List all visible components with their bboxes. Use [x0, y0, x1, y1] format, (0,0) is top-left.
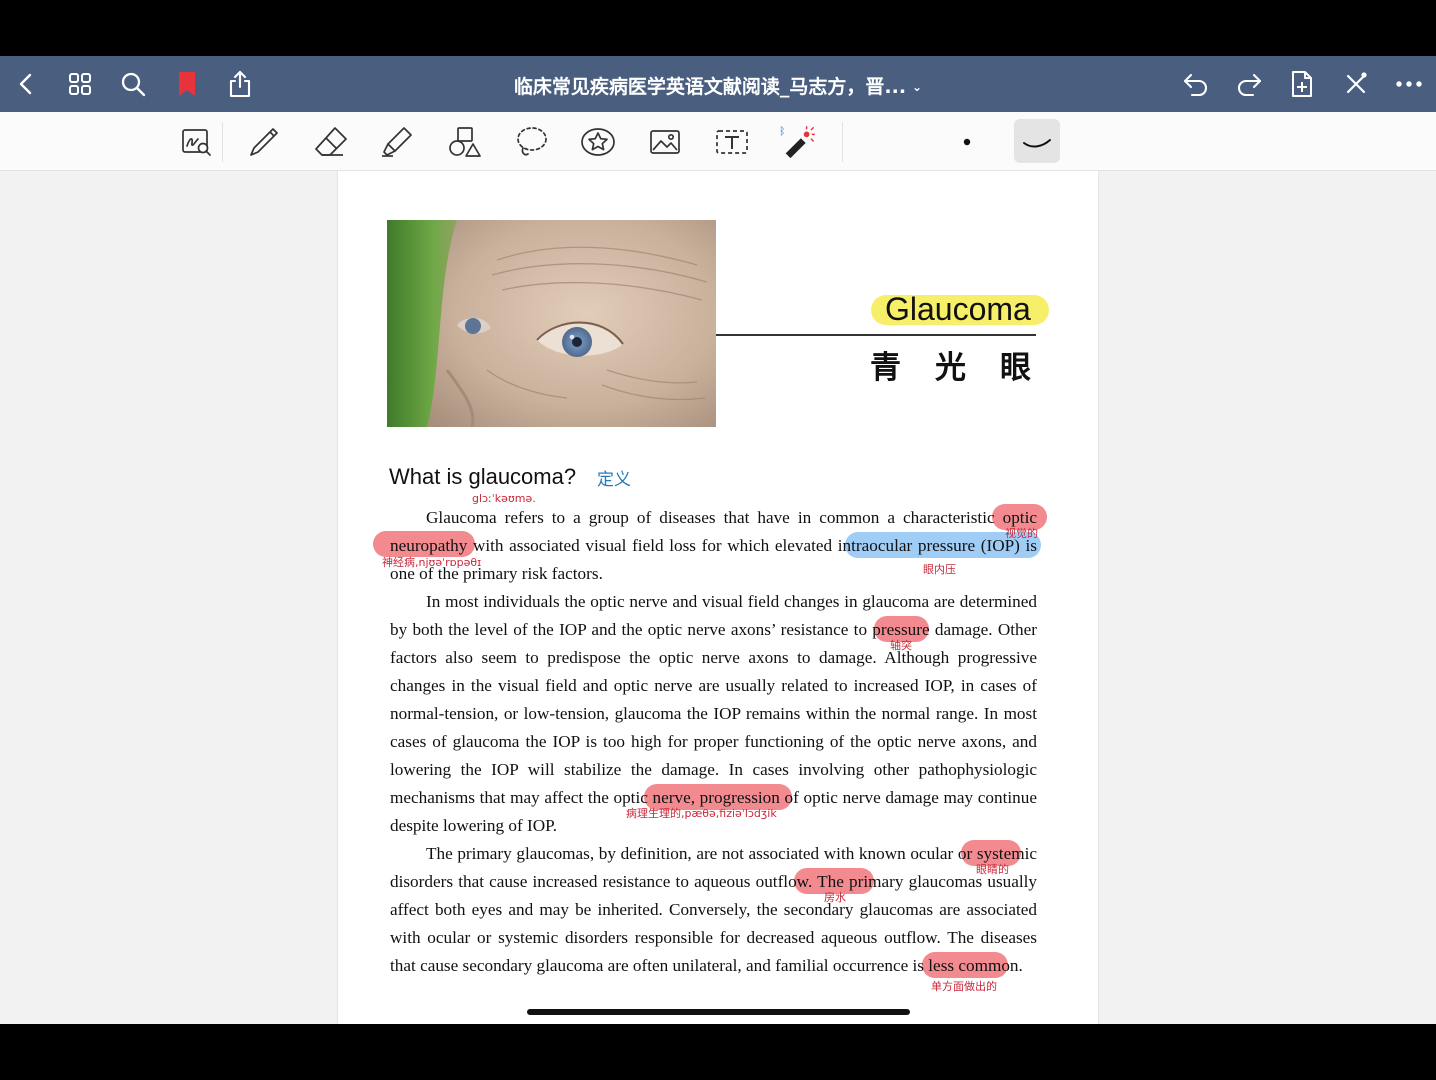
- ocular-note[interactable]: 眼睛的: [976, 861, 1009, 877]
- more-icon[interactable]: [1393, 68, 1425, 100]
- sticker-icon[interactable]: [579, 123, 617, 161]
- aqueous-note[interactable]: 房水: [824, 889, 846, 905]
- document-page[interactable]: Glaucoma 青光眼 What is glaucoma? 定义 glɔːˈk…: [338, 171, 1098, 1024]
- close-x-icon[interactable]: [1340, 68, 1372, 100]
- iop-note[interactable]: 眼内压: [923, 561, 956, 577]
- title-divider: [716, 334, 1036, 336]
- lasso-icon[interactable]: [512, 123, 550, 161]
- drawing-toolbar: ᛒ: [0, 112, 1436, 171]
- pathophysiologic-note[interactable]: 病理生理的,pæθə,fiziəˈlɔdʒik: [626, 805, 777, 821]
- add-page-icon[interactable]: [1286, 68, 1318, 100]
- undo-icon[interactable]: [1180, 68, 1212, 100]
- axons-note[interactable]: 轴突: [890, 637, 912, 653]
- image-icon[interactable]: [646, 123, 684, 161]
- eye-photo: [387, 220, 716, 427]
- home-indicator[interactable]: [527, 1009, 910, 1015]
- paragraph: The primary glaucomas, by definition, ar…: [390, 844, 1037, 975]
- toolbar-divider: [222, 122, 223, 162]
- document-title-dropdown[interactable]: 临床常见疾病医学英语文献阅读_马志方，晋... ⌄: [0, 72, 1436, 99]
- optic-note[interactable]: 视觉的: [1005, 525, 1038, 541]
- eraser-icon[interactable]: [312, 123, 350, 161]
- toolbar-divider: [842, 122, 843, 162]
- top-navigation-bar: 临床常见疾病医学英语文献阅读_马志方，晋... ⌄: [0, 56, 1436, 112]
- chapter-subtitle: 青光眼: [870, 350, 1065, 386]
- svg-text:ᛒ: ᛒ: [780, 125, 785, 137]
- section-heading: What is glaucoma?: [389, 464, 577, 489]
- redo-icon[interactable]: [1233, 68, 1265, 100]
- definition-note[interactable]: 定义: [597, 465, 631, 490]
- document-canvas[interactable]: Glaucoma 青光眼 What is glaucoma? 定义 glɔːˈk…: [0, 171, 1436, 1024]
- zoom-write-icon[interactable]: [178, 123, 216, 161]
- neuropathy-note[interactable]: 神经病,njʊəˈrɒpəθɪ: [382, 554, 481, 570]
- stroke-style-icon[interactable]: [1014, 119, 1060, 163]
- text-tool-icon[interactable]: [713, 123, 751, 161]
- document-title: 临床常见疾病医学英语文献阅读_马志方，晋...: [513, 76, 907, 98]
- chevron-down-icon: ⌄: [912, 80, 923, 94]
- stroke-size-dot-icon[interactable]: [948, 123, 986, 161]
- highlighter-icon[interactable]: [378, 123, 416, 161]
- chapter-title: Glaucoma: [885, 291, 1031, 327]
- pen-icon[interactable]: [245, 123, 283, 161]
- paragraph: In most individuals the optic nerve and …: [390, 592, 1037, 835]
- shapes-icon[interactable]: [445, 123, 483, 161]
- laser-pointer-icon[interactable]: ᛒ: [780, 123, 818, 161]
- unilateral-note[interactable]: 单方面做出的: [931, 978, 997, 994]
